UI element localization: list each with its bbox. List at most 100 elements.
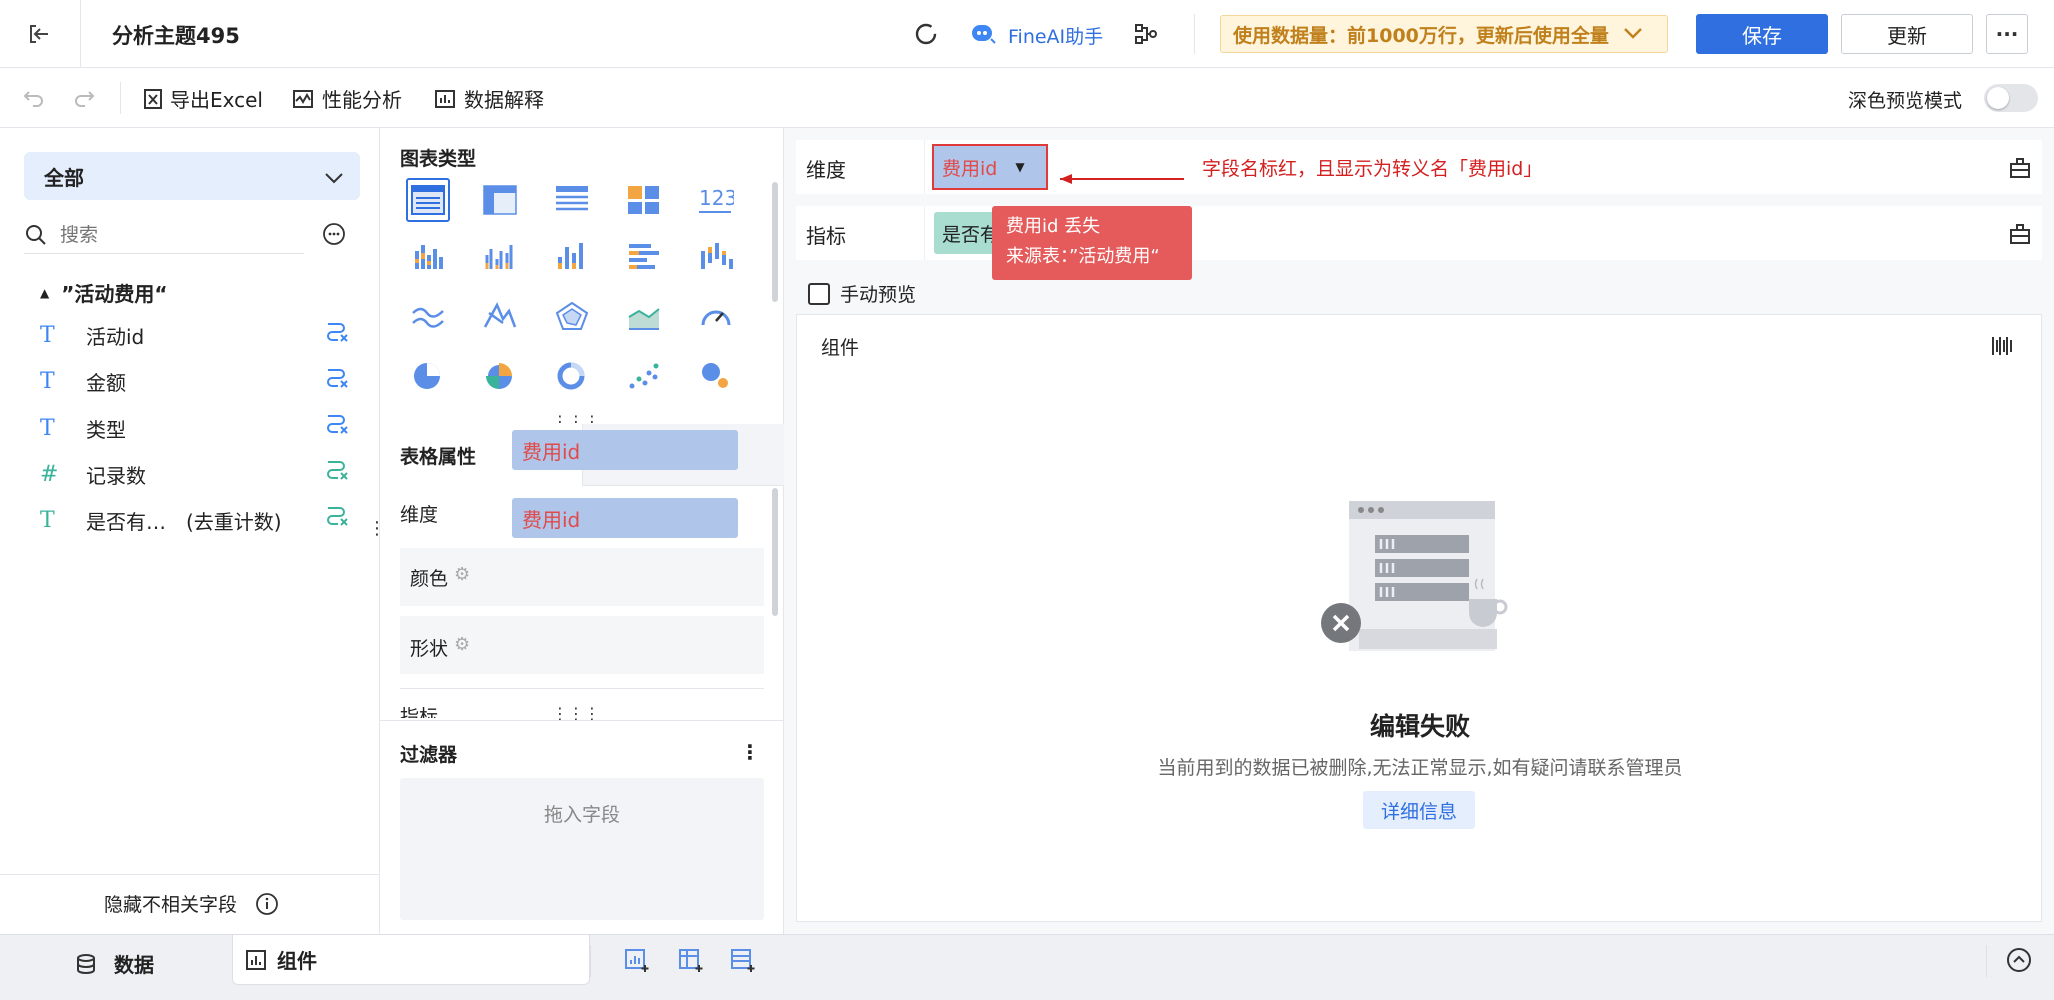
field-suffix: (去重计数) (186, 509, 282, 534)
radar-line-icon[interactable] (478, 294, 522, 338)
tab-data[interactable]: 数据 (74, 949, 154, 978)
metric-field-label: 是否有 (942, 223, 1000, 246)
field-label: 活动id (86, 324, 145, 349)
number-type-icon: # (40, 461, 59, 487)
unlink-icon[interactable] (324, 318, 354, 364)
table-node[interactable]: ▲ ”活动费用“ (40, 278, 168, 307)
gauge-chart-icon[interactable] (694, 294, 738, 338)
chart-types-title: 图表类型 (400, 148, 477, 170)
field-item[interactable]: # 记录数 (40, 451, 146, 497)
grouped-column-icon[interactable] (478, 234, 522, 278)
unlink-icon[interactable] (324, 410, 354, 456)
ai-assistant-icon[interactable] (968, 18, 998, 50)
unlink-icon[interactable] (324, 456, 354, 502)
unlink-icon[interactable] (324, 364, 354, 410)
add-chart-icon[interactable] (622, 945, 652, 975)
hide-unrelated-fields[interactable]: 隐藏不相关字段 (104, 890, 279, 917)
pie-chart-icon[interactable] (406, 354, 450, 398)
exit-icon[interactable] (22, 18, 56, 50)
column-chart-icon[interactable] (550, 234, 594, 278)
dark-preview-toggle[interactable] (1984, 84, 2038, 112)
properties-scrollbar[interactable] (772, 488, 778, 616)
chart-type-scrollbar[interactable] (772, 182, 778, 302)
field-panel: 全部 ▲ ”活动费用“ T 活动id T 金额 T 类型 # 记录数 T 是否有… (0, 128, 404, 934)
gear-icon[interactable]: ⚙ (454, 564, 470, 585)
chevron-down-icon (1623, 24, 1643, 45)
add-cross-table-icon[interactable] (676, 945, 706, 975)
divider (120, 82, 121, 114)
save-button[interactable]: 保存 (1696, 14, 1828, 54)
bar-chart-icon[interactable] (622, 234, 666, 278)
kpi-number-icon[interactable]: 123 (694, 178, 738, 222)
scope-label: 全部 (44, 165, 84, 190)
relation-icon[interactable] (1130, 18, 1162, 50)
refresh-icon[interactable] (910, 18, 942, 50)
color-field-pill[interactable]: 费用id (512, 430, 738, 470)
area-chart-icon[interactable] (622, 294, 666, 338)
waterfall-chart-icon[interactable] (694, 234, 738, 278)
performance-analysis-button[interactable]: 性能分析 (292, 84, 402, 113)
gear-icon[interactable]: ⚙ (454, 634, 470, 655)
checkbox-box[interactable] (808, 282, 830, 305)
detail-table-icon[interactable] (550, 178, 594, 222)
field-item[interactable]: T 金额 (40, 358, 126, 404)
color-label: 颜色 (410, 568, 449, 590)
shelf-settings-icon[interactable] (2006, 220, 2034, 248)
detail-info-button[interactable]: 详细信息 (1363, 791, 1475, 829)
more-button[interactable]: ··· (1986, 14, 2028, 54)
dimension-field-pill[interactable]: 费用id ▼ (932, 144, 1048, 190)
redo-icon[interactable] (70, 84, 98, 112)
shelf-settings-icon[interactable] (2006, 154, 2034, 182)
unlink-icon[interactable] (324, 502, 354, 548)
undo-icon[interactable] (20, 84, 48, 112)
divider (400, 688, 764, 689)
scatter-chart-icon[interactable] (622, 354, 666, 398)
field-item[interactable]: T 是否有… (去重计数) (40, 497, 282, 543)
text-type-icon: T (40, 415, 55, 441)
hide-unrelated-label: 隐藏不相关字段 (104, 894, 238, 916)
filter-drop-zone[interactable]: 拖入字段 (400, 778, 764, 920)
ai-assistant-link[interactable]: FineAI助手 (1008, 22, 1103, 49)
component-canvas: 组件 编辑失败 当前用到的数据已被删除,无法正常显示,如有疑问请联系管理员 详细… (796, 314, 2042, 922)
update-button[interactable]: 更新 (1841, 14, 1973, 54)
pulse-icon (292, 88, 314, 110)
text-type-icon: T (40, 322, 55, 348)
caret-down-icon: ▲ (40, 285, 50, 300)
rose-chart-icon[interactable] (478, 354, 522, 398)
text-type-icon: T (40, 368, 55, 394)
field-item[interactable]: T 活动id (40, 312, 144, 358)
barcode-icon[interactable] (1987, 331, 2017, 361)
table-chart-icon[interactable] (406, 178, 450, 222)
dimension-field-label: 费用id (942, 157, 998, 180)
shape-field-pill[interactable]: 费用id (512, 498, 738, 538)
field-item[interactable]: T 类型 (40, 405, 126, 451)
bottom-bar: 数据 组件 (0, 934, 2054, 1000)
data-explain-button[interactable]: 数据解释 (434, 84, 544, 113)
stacked-column-icon[interactable] (406, 234, 450, 278)
filter-more-icon[interactable]: ⋮ (740, 740, 760, 764)
tab-component[interactable]: 组件 (232, 935, 590, 985)
manual-preview-checkbox[interactable]: 手动预览 (808, 280, 916, 307)
data-usage-notice[interactable]: 使用数据量：前1000万行，更新后使用全量 (1220, 15, 1668, 53)
caret-down-icon: ▼ (1015, 160, 1025, 174)
line-chart-icon[interactable] (406, 294, 450, 338)
divider (0, 874, 380, 875)
database-icon (74, 952, 98, 976)
card-chart-icon[interactable] (622, 178, 666, 222)
tab-label: 表格属性 (400, 445, 477, 468)
metric-section-text: 指标 (400, 706, 439, 718)
collapse-up-icon[interactable] (2004, 945, 2034, 975)
search-box[interactable] (24, 216, 304, 254)
donut-chart-icon[interactable] (550, 354, 594, 398)
scope-select[interactable]: 全部 (24, 152, 360, 200)
more-options-icon[interactable] (320, 220, 348, 248)
bubble-chart-icon[interactable] (694, 354, 738, 398)
add-detail-table-icon[interactable] (728, 945, 758, 975)
info-icon[interactable] (255, 892, 279, 916)
field-label: 是否有… (86, 509, 166, 534)
export-excel-button[interactable]: 导出Excel (142, 84, 263, 113)
divider (80, 0, 81, 68)
search-input[interactable] (60, 223, 280, 246)
cross-table-icon[interactable] (478, 178, 522, 222)
radar-chart-icon[interactable] (550, 294, 594, 338)
